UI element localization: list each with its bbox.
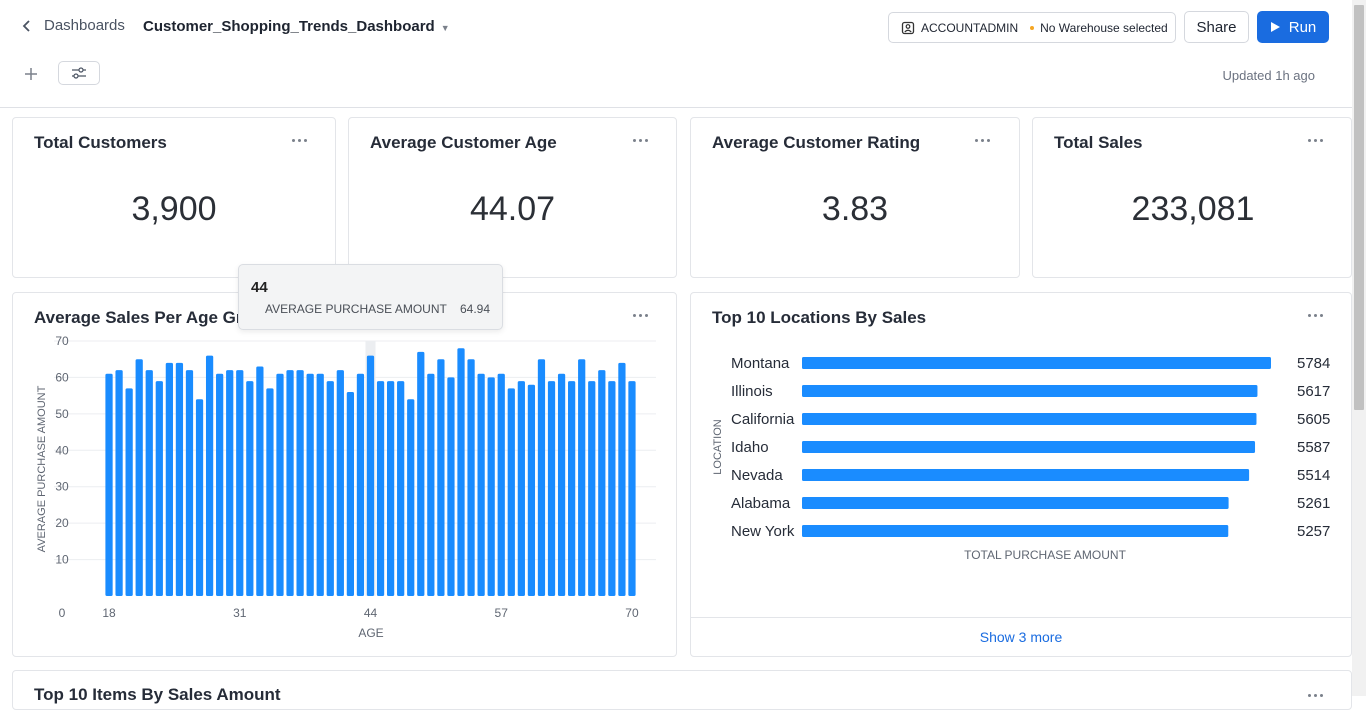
- role-name: ACCOUNTADMIN: [921, 20, 1019, 35]
- top-items-card: Top 10 Items By Sales Amount: [12, 670, 1352, 710]
- kpi-title: Total Sales: [1054, 133, 1143, 152]
- kpi-title: Total Customers: [34, 133, 167, 152]
- back-to-dashboards[interactable]: Dashboards: [20, 17, 125, 34]
- age-chart-card: Average Sales Per Age Group: [12, 292, 677, 657]
- chart-tooltip: 44 AVERAGE PURCHASE AMOUNT 64.94: [238, 264, 503, 330]
- dashboard-title: Customer_Shopping_Trends_Dashboard: [143, 18, 435, 35]
- play-icon: [1270, 22, 1280, 32]
- kpi-value: 3.83: [821, 190, 889, 228]
- more-icon[interactable]: [1308, 688, 1328, 702]
- scrollbar-thumb[interactable]: [1354, 5, 1364, 410]
- share-button[interactable]: Share: [1184, 11, 1249, 43]
- kpi-card-average-age: Average Customer Age 44.07: [348, 117, 677, 278]
- dashboard-title-dropdown[interactable]: Customer_Shopping_Trends_Dashboard ▼: [143, 18, 450, 35]
- plus-icon: [25, 68, 37, 80]
- add-tile-button[interactable]: [20, 63, 42, 85]
- page-scrollbar[interactable]: [1352, 0, 1366, 696]
- caret-down-icon: ▼: [440, 22, 450, 33]
- filters-button[interactable]: [58, 61, 100, 85]
- kpi-value: 3,900: [131, 190, 217, 228]
- tooltip-value: 64.94: [459, 302, 490, 316]
- warehouse-status-dot: [1030, 25, 1035, 30]
- chart-title: Top 10 Items By Sales Amount: [34, 685, 281, 704]
- role-icon: [901, 21, 915, 34]
- more-icon[interactable]: [1308, 308, 1328, 322]
- more-icon[interactable]: [1308, 133, 1328, 147]
- more-icon[interactable]: [633, 133, 653, 147]
- kpi-title: Average Customer Age: [370, 133, 557, 152]
- filter-sliders-icon: [72, 67, 86, 79]
- chevron-left-icon: [22, 19, 30, 32]
- kpi-value: 233,081: [1131, 190, 1255, 228]
- tooltip-title: 44: [251, 279, 268, 296]
- more-icon[interactable]: [633, 308, 653, 322]
- kpi-value: 44.07: [469, 190, 556, 228]
- kpi-card-total-customers: Total Customers 3,900: [12, 117, 336, 278]
- run-label: Run: [1288, 18, 1317, 36]
- kpi-title: Average Customer Rating: [712, 133, 921, 152]
- updated-timestamp: Updated 1h ago: [1222, 68, 1315, 83]
- more-icon[interactable]: [292, 133, 312, 147]
- back-label: Dashboards: [44, 17, 125, 34]
- context-selector[interactable]: ACCOUNTADMIN No Warehouse selected: [888, 12, 1176, 43]
- more-icon[interactable]: [975, 133, 995, 147]
- chart-title: Top 10 Locations By Sales: [712, 308, 927, 327]
- dashboard-header: Dashboards Customer_Shopping_Trends_Dash…: [0, 0, 1352, 108]
- show-more-button[interactable]: Show 3 more: [690, 617, 1352, 656]
- locations-chart-card: Top 10 Locations By Sales: [690, 292, 1352, 657]
- kpi-card-total-sales: Total Sales 233,081: [1032, 117, 1352, 278]
- run-button[interactable]: Run: [1257, 11, 1329, 43]
- warehouse-name: No Warehouse selected: [1040, 20, 1168, 35]
- kpi-card-average-rating: Average Customer Rating 3.83: [690, 117, 1020, 278]
- tooltip-label: AVERAGE PURCHASE AMOUNT: [265, 302, 447, 316]
